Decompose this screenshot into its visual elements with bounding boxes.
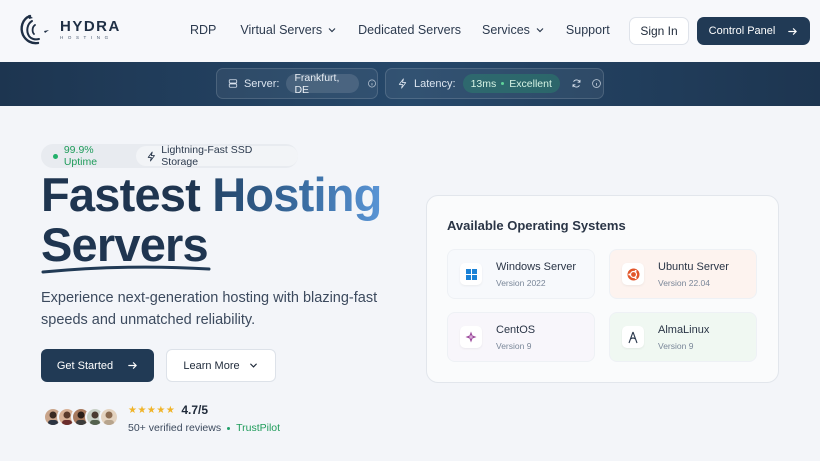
review-count: 50+ verified reviews [128,422,222,434]
os-name: CentOS [496,323,536,336]
uptime-text: 99.9% Uptime [63,144,98,168]
latency-value: 13ms [470,77,497,90]
main-nav: RDP Virtual Servers Dedicated Servers Se… [190,23,610,37]
os-card-title: Available Operating Systems [447,218,626,233]
rating-value: 4.7/5 [181,403,209,417]
centos-icon [460,326,482,348]
nav-label: Virtual Servers [240,23,323,37]
brand-logo[interactable]: HYDRA HOSTING [18,13,121,47]
os-name: Ubuntu Server [658,260,729,273]
chevron-down-icon [328,28,336,33]
reviewer-avatars [43,407,119,427]
feature-badges: 99.9% Uptime Lightning-Fast SSD Storage [41,144,298,168]
star-rating-icons: ★★★★★ [128,404,176,416]
os-version: Version 22.04 [658,277,710,288]
server-status-bar: Server: Frankfurt, DE Latency: 13ms Exce… [0,62,820,106]
control-panel-button[interactable]: Control Panel [697,17,810,45]
chevron-down-icon [536,28,544,33]
brand-name: HYDRA [60,18,121,36]
latency-quality: Excellent [509,77,552,90]
os-version: Version 9 [496,340,532,351]
nav-item-dedicated-servers[interactable]: Dedicated Servers [358,23,461,37]
ssd-badge: Lightning-Fast SSD Storage [135,144,298,168]
ubuntu-icon [622,263,644,285]
control-panel-label: Control Panel [708,25,776,37]
learn-more-button[interactable]: Learn More [166,349,276,382]
get-started-label: Get Started [56,359,114,372]
latency-chip: 13ms Excellent [462,74,560,93]
get-started-button[interactable]: Get Started [41,349,154,382]
latency-status: Latency: 13ms Excellent [385,68,604,99]
rating-summary: ★★★★★ 4.7/5 50+ verified reviews TrustPi… [128,403,280,434]
nav-item-support[interactable]: Support [566,23,610,37]
os-version: Version 9 [658,340,694,351]
latency-label: Latency: [414,77,456,90]
server-location-chip[interactable]: Frankfurt, DE [286,72,360,96]
os-option-almalinux[interactable]: AlmaLinux Version 9 [609,312,757,362]
nav-item-rdp[interactable]: RDP [190,23,216,37]
trustpilot-link[interactable]: TrustPilot [236,422,280,434]
hero-subtitle: Experience next-generation hosting with … [41,290,378,328]
arrow-right-icon [128,362,137,369]
hero-title: Fastest Hosting Servers [41,170,382,270]
sign-in-button[interactable]: Sign In [629,17,689,45]
nav-label: Support [565,23,610,37]
learn-more-label: Learn More [183,359,240,372]
refresh-icon[interactable] [571,78,582,89]
server-label: Server: [243,77,280,90]
status-dot [53,153,58,159]
nav-label: Services [481,23,530,37]
nav-item-services[interactable]: Services [482,23,544,37]
os-version: Version 2022 [496,277,546,288]
lightning-icon [398,78,407,89]
operating-systems-card: Available Operating Systems Windows Serv… [426,195,779,383]
info-icon[interactable] [591,78,602,89]
info-icon[interactable] [367,78,377,89]
hero-title-accent: Hosting [212,168,382,221]
separator-dot [227,426,231,430]
brand-tagline: HOSTING [60,35,113,41]
os-name: AlmaLinux [658,323,710,336]
nav-item-virtual-servers[interactable]: Virtual Servers [240,23,336,37]
nav-label: Dedicated Servers [358,23,461,37]
nav-label: RDP [190,23,217,37]
windows-icon [460,263,482,285]
avatar [99,407,119,427]
os-option-centos[interactable]: CentOS Version 9 [447,312,595,362]
hero-title-word: Fastest [41,168,213,221]
separator-dot [501,82,505,85]
ssd-text: Lightning-Fast SSD Storage [161,144,253,168]
chevron-down-icon [249,363,257,368]
server-icon [228,79,238,88]
os-option-ubuntu[interactable]: Ubuntu Server Version 22.04 [609,249,757,299]
server-status: Server: Frankfurt, DE [216,68,378,99]
lightning-icon [147,151,155,161]
os-option-windows[interactable]: Windows Server Version 2022 [447,249,595,299]
almalinux-icon [622,326,644,348]
uptime-badge: 99.9% Uptime [41,144,128,168]
os-name: Windows Server [496,260,577,273]
title-underline-decoration [41,265,211,274]
hydra-logo-icon [20,14,49,45]
site-header: HYDRA HOSTING RDP Virtual Servers Dedica… [0,0,820,62]
arrow-right-icon [788,27,798,35]
